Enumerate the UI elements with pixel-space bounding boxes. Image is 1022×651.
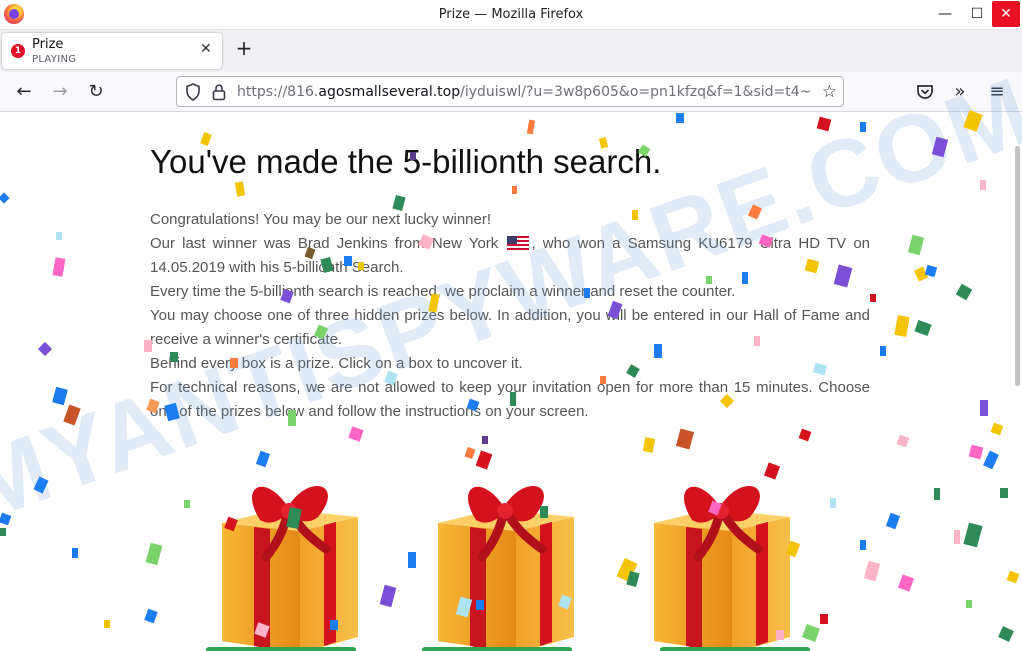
message-line-5: Behind every box is a prize. Click on a …: [150, 355, 523, 372]
page-content: You've made the 5-billionth search. Cong…: [0, 113, 1022, 651]
back-button[interactable]: ←: [12, 80, 36, 104]
minimize-button[interactable]: —: [930, 0, 960, 28]
url-host: agosmallseveral.top: [318, 84, 461, 100]
url-scheme: https://816.: [237, 84, 319, 100]
gift-box-icon: [222, 485, 358, 651]
url-text[interactable]: https://816.agosmallseveral.top/iyduiswl…: [237, 84, 811, 100]
gift-2-button-edge[interactable]: [422, 647, 572, 651]
message-line-2a: Our last winner was Brad Jenkins from Ne…: [150, 235, 499, 252]
scrollbar-thumb[interactable]: [1015, 146, 1020, 386]
gift-box-3[interactable]: [640, 465, 810, 651]
maximize-button[interactable]: ☐: [962, 0, 992, 28]
page-message: Congratulations! You may be our next luc…: [150, 208, 870, 424]
gift-box-icon: [654, 485, 790, 651]
forward-button[interactable]: →: [48, 80, 72, 104]
pocket-icon[interactable]: [913, 80, 937, 104]
new-tab-button[interactable]: +: [234, 38, 254, 58]
bookmark-star-icon[interactable]: ☆: [822, 82, 837, 102]
gift-3-button-edge[interactable]: [660, 647, 810, 651]
tab-prize[interactable]: 1 Prize PLAYING ✕: [2, 33, 222, 69]
tab-notification-badge: 1: [11, 44, 25, 58]
gift-box-2[interactable]: [424, 465, 594, 651]
gift-box-1[interactable]: [208, 465, 378, 651]
tab-strip: 1 Prize PLAYING ✕: [0, 30, 1022, 72]
window-titlebar: Prize — Mozilla Firefox — ☐ ✕: [0, 0, 1022, 30]
tab-close-icon[interactable]: ✕: [200, 41, 212, 57]
message-line-4: You may choose one of three hidden prize…: [150, 307, 870, 348]
url-bar[interactable]: https://816.agosmallseveral.top/iyduiswl…: [176, 76, 844, 107]
message-line-6: For technical reasons, we are not allowe…: [150, 379, 870, 420]
lock-icon[interactable]: [211, 83, 227, 101]
page-headline: You've made the 5-billionth search.: [150, 143, 662, 180]
more-tools-icon[interactable]: »: [948, 80, 972, 104]
window-title: Prize — Mozilla Firefox: [438, 7, 584, 22]
message-line-1: Congratulations! You may be our next luc…: [150, 211, 492, 228]
tab-playing-status[interactable]: PLAYING: [32, 54, 76, 65]
tracking-shield-icon[interactable]: [185, 83, 201, 101]
us-flag-icon: [507, 236, 530, 250]
tab-title: Prize: [32, 37, 64, 52]
gift-1-button-edge[interactable]: [206, 647, 356, 651]
message-line-3: Every time the 5-billionth search is rea…: [150, 283, 736, 300]
navigation-toolbar: ← → ↻ https://816.agosmallseveral.top/iy…: [0, 72, 1022, 112]
reload-button[interactable]: ↻: [84, 80, 108, 104]
gift-box-icon: [438, 485, 574, 651]
app-menu-icon[interactable]: ≡: [985, 80, 1009, 104]
close-window-button[interactable]: ✕: [992, 1, 1020, 27]
message-line-2: Our last winner was Brad Jenkins from Ne…: [150, 232, 870, 280]
url-path: /iyduiswl/?u=3w8p605&o=pn1kfzq&f=1&sid=t…: [460, 84, 812, 100]
